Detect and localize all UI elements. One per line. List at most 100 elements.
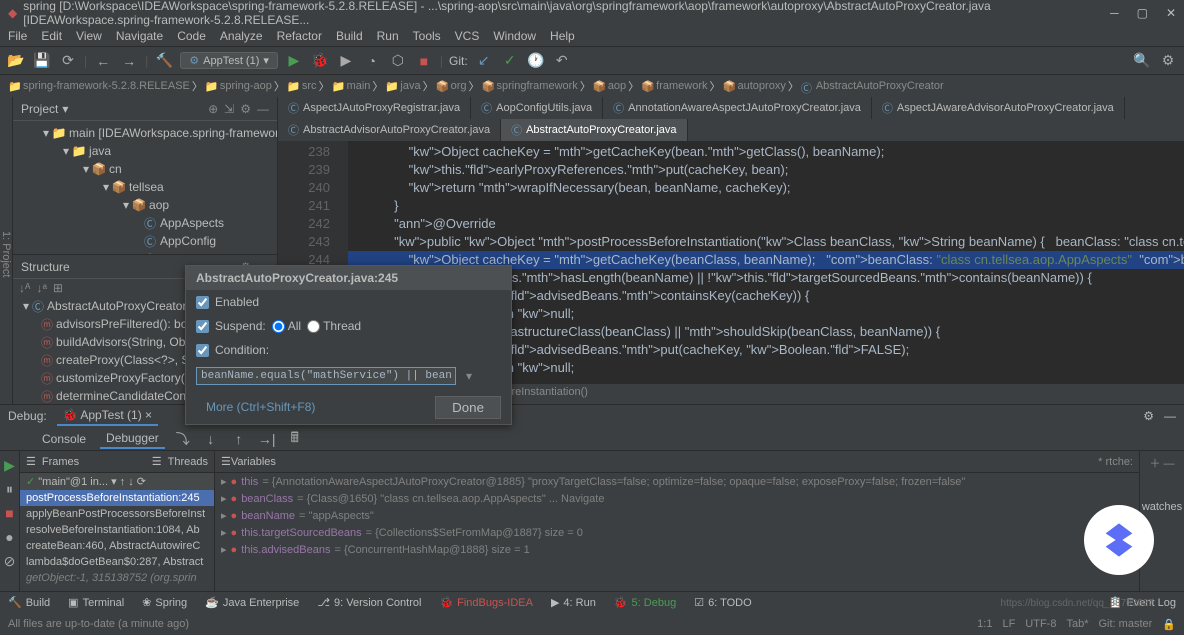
menu-vcs[interactable]: VCS [455,29,480,43]
menu-refactor[interactable]: Refactor [277,29,322,43]
suspend-checkbox[interactable] [196,320,209,333]
hide-icon[interactable]: — [257,102,269,116]
gear-icon[interactable]: ⚙ [1143,409,1154,423]
bc-java[interactable]: 📁java [385,80,420,92]
console-tab[interactable]: Console [36,430,92,448]
bc-aop[interactable]: 📦aop [593,80,626,92]
refresh-icon[interactable]: ⟳ [58,51,78,71]
suspend-all-radio[interactable] [272,320,285,333]
indent[interactable]: Tab* [1066,618,1088,631]
tw-vc[interactable]: ⎇ 9: Version Control [317,596,421,609]
bc-module[interactable]: 📁spring-aop [205,80,272,92]
tab[interactable]: ⒸAspectJAwareAdvisorAutoProxyCreator.jav… [872,97,1125,119]
project-tree[interactable]: ▾📁main [IDEAWorkspace.spring-framework-5… [13,121,277,254]
mute-icon[interactable]: ⊘ [0,551,20,571]
frame-item[interactable]: createBean:460, AbstractAutowireC [20,538,214,554]
frame-item[interactable]: postProcessBeforeInstantiation:245 [20,490,214,506]
stop-icon[interactable]: ■ [414,51,434,71]
lock-icon[interactable]: 🔒 [1162,618,1176,631]
tw-debug[interactable]: 🐞 5: Debug [614,596,676,609]
encoding[interactable]: UTF-8 [1025,618,1056,631]
frame-item[interactable]: applyBeanPostProcessorsBeforeInst [20,506,214,522]
step-over-icon[interactable]: ⤵ [173,429,193,449]
sort-icon[interactable]: ↓ᵃ [36,281,46,295]
pause-icon[interactable]: ⏸ [0,479,20,499]
chevron-down-icon[interactable]: ▾ [62,102,68,116]
bc-org[interactable]: 📦org [436,80,467,92]
variable-row[interactable]: ▸ ● this.targetSourcedBeans = {Collectio… [215,524,1139,541]
forward-icon[interactable]: → [119,51,139,71]
tree-file[interactable]: ⒸAppConfig [13,232,277,250]
bc-src[interactable]: 📁src [287,80,317,92]
git-history-icon[interactable]: 🕐 [526,51,546,71]
sort-icon[interactable]: ↓ᴬ [19,281,30,295]
collapse-icon[interactable]: ⇲ [224,102,234,116]
menu-edit[interactable]: Edit [41,29,62,43]
variable-row[interactable]: ▸ ● beanName = "appAspects" [215,507,1139,524]
menu-build[interactable]: Build [336,29,363,43]
debugger-tab[interactable]: Debugger [100,429,165,449]
step-into-icon[interactable]: ↓ [201,429,221,449]
tw-terminal[interactable]: ▣ Terminal [68,596,124,609]
variables-body[interactable]: ▸ ● this = {AnnotationAwareAspectJAutoPr… [215,473,1139,558]
tw-todo[interactable]: ☑ 6: TODO [694,596,751,609]
settings-icon[interactable]: ⚙ [1158,51,1178,71]
menu-tools[interactable]: Tools [413,29,441,43]
menu-help[interactable]: Help [550,29,575,43]
tw-findbugs[interactable]: 🐞 FindBugs-IDEA [439,596,533,609]
git-branch[interactable]: Git: master [1099,618,1153,631]
add-watch-icon[interactable]: ＋ — [1140,455,1184,471]
bc-class[interactable]: ⒸAbstractAutoProxyCreator [801,80,944,92]
bc-sf[interactable]: 📦springframework [482,80,578,92]
build-icon[interactable]: 🔨 [154,51,174,71]
menu-navigate[interactable]: Navigate [116,29,163,43]
tw-spring[interactable]: ❀ Spring [142,596,187,609]
variable-row[interactable]: ▸ ● this.advisedBeans = {ConcurrentHashM… [215,541,1139,558]
close-icon[interactable]: ✕ [1166,6,1176,20]
menu-window[interactable]: Window [493,29,536,43]
tab-project[interactable]: 1: Project [0,231,12,277]
condition-input[interactable] [196,367,456,385]
git-revert-icon[interactable]: ↶ [552,51,572,71]
thread-select[interactable]: ✓ "main"@1 in... ▾ ↑ ↓ ⟳ [20,473,214,490]
tree-tellsea[interactable]: ▾📦tellsea [13,178,277,196]
maximize-icon[interactable]: ▢ [1137,6,1148,20]
tree-cn[interactable]: ▾📦cn [13,160,277,178]
tab[interactable]: ⒸAnnotationAwareAspectJAutoProxyCreator.… [603,97,872,119]
run-to-cursor-icon[interactable]: →| [257,429,277,449]
menu-analyze[interactable]: Analyze [220,29,263,43]
variable-row[interactable]: ▸ ● this = {AnnotationAwareAspectJAutoPr… [215,473,1139,490]
tree-java[interactable]: ▾📁java [13,142,277,160]
debug-session-tab[interactable]: 🐞 AppTest (1) × [57,406,158,426]
tab-active[interactable]: ⒸAbstractAutoProxyCreator.java [501,119,687,141]
attach-icon[interactable]: ⬡ [388,51,408,71]
condition-checkbox[interactable] [196,344,209,357]
hide-icon[interactable]: — [1164,409,1176,423]
tree-main[interactable]: ▾📁main [IDEAWorkspace.spring-framework-5 [13,124,277,142]
search-icon[interactable]: 🔍 [1132,51,1152,71]
cursor-pos[interactable]: 1:1 [977,618,992,631]
run-icon[interactable]: ▶ [284,51,304,71]
gear-icon[interactable]: ⚙ [240,102,251,116]
tree-file[interactable]: ⒸAppAspects [13,214,277,232]
minimize-icon[interactable]: ─ [1110,6,1119,20]
profile-icon[interactable]: ◔ [362,51,382,71]
tab[interactable]: ⒸAspectJAutoProxyRegistrar.java [278,97,471,119]
tw-run[interactable]: ▶ 4: Run [551,596,596,609]
filter-icon[interactable]: ⊞ [53,281,63,295]
open-icon[interactable]: 📂 [6,51,26,71]
menu-run[interactable]: Run [377,29,399,43]
bc-main[interactable]: 📁main [332,80,371,92]
bc-ap[interactable]: 📦autoproxy [723,80,786,92]
bc-root[interactable]: 📁spring-framework-5.2.8.RELEASE [8,80,190,92]
coverage-icon[interactable]: ▶ [336,51,356,71]
back-icon[interactable]: ← [93,51,113,71]
git-commit-icon[interactable]: ✓ [500,51,520,71]
frame-item[interactable]: getObject:-1, 315138752 (org.sprin [20,570,214,586]
frame-item[interactable]: lambda$doGetBean$0:287, Abstract [20,554,214,570]
git-update-icon[interactable]: ↙ [474,51,494,71]
breakpoints-icon[interactable]: ● [0,527,20,547]
done-button[interactable]: Done [435,396,501,419]
bc-fw[interactable]: 📦framework [641,80,707,92]
suspend-thread-radio[interactable] [307,320,320,333]
